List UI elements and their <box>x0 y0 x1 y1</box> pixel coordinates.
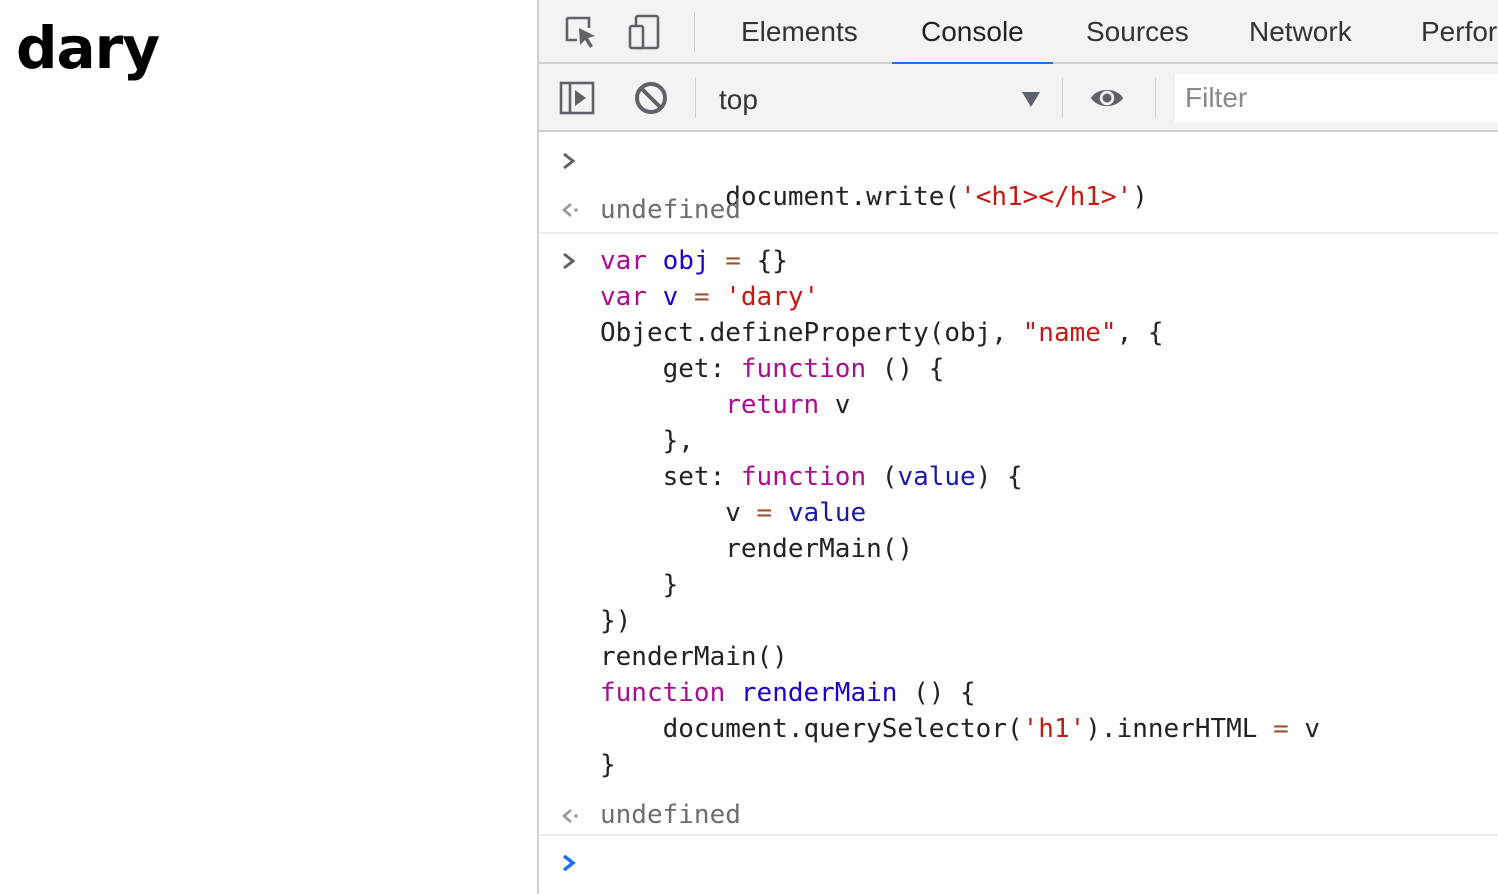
tabbar-divider <box>694 12 695 52</box>
prompt-caret-icon <box>562 854 576 872</box>
device-toolbar-icon[interactable] <box>627 14 663 50</box>
filter-input[interactable] <box>1175 74 1498 122</box>
devtools-panel: Elements Console Sources Network Perfor … <box>537 0 1498 894</box>
live-expression-eye-icon[interactable] <box>1089 80 1125 116</box>
input-prompt-icon <box>563 152 576 170</box>
tab-console[interactable]: Console <box>892 0 1053 66</box>
result-arrow-icon <box>562 203 578 217</box>
clear-console-icon[interactable] <box>633 80 669 116</box>
console-command: var obj = {} var v = 'dary' Object.defin… <box>600 246 1321 780</box>
devtools-tabbar: Elements Console Sources Network Perfor <box>539 0 1498 66</box>
tab-network[interactable]: Network <box>1249 0 1352 64</box>
tab-performance[interactable]: Perfor <box>1421 0 1497 64</box>
toolbar-divider <box>695 78 696 118</box>
console-entry: var obj = {} var v = 'dary' Object.defin… <box>539 234 1498 836</box>
console-toolbar: top <box>539 64 1498 132</box>
inspect-element-icon[interactable] <box>563 14 599 50</box>
console-entry: document.write('<h1></h1>') undefined <box>539 132 1498 234</box>
tab-elements[interactable]: Elements <box>741 0 858 64</box>
toolbar-divider <box>1062 78 1063 118</box>
toolbar-divider <box>1155 78 1156 118</box>
console-prompt[interactable] <box>539 836 1498 894</box>
sidebar-toggle-icon[interactable] <box>559 80 595 116</box>
tab-sources[interactable]: Sources <box>1086 0 1189 64</box>
console-output: document.write('<h1></h1>') undefined va… <box>539 132 1498 894</box>
context-selector[interactable]: top <box>719 64 758 130</box>
input-prompt-icon <box>563 252 576 270</box>
page-heading: dary <box>16 14 160 82</box>
console-result: undefined <box>600 195 741 225</box>
console-result: undefined <box>600 800 741 830</box>
page-viewport: dary <box>0 0 537 894</box>
result-arrow-icon <box>562 809 578 823</box>
dropdown-arrow-icon[interactable] <box>1021 90 1041 108</box>
